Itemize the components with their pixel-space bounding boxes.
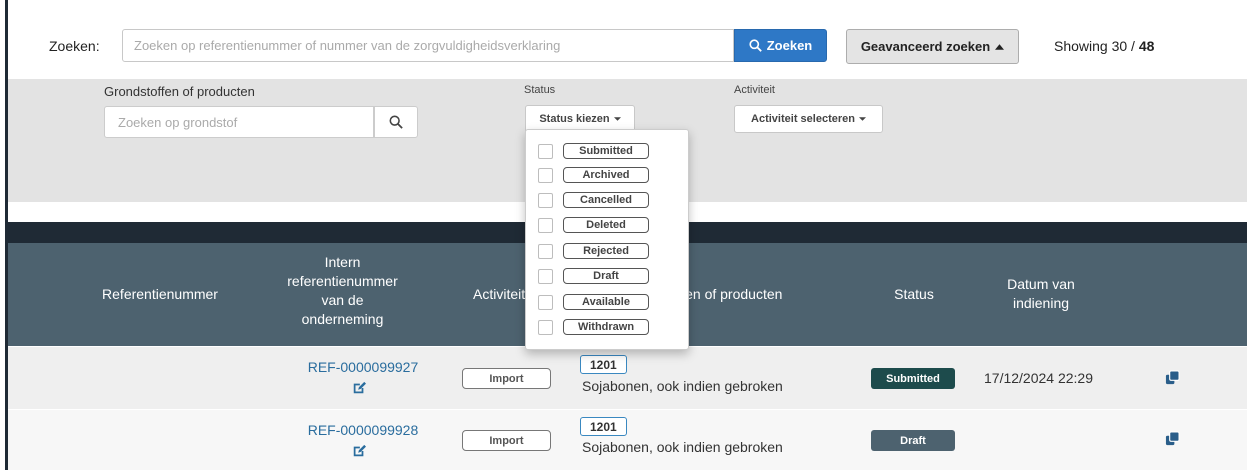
status-dropdown-label: Status kiezen [539,113,610,125]
caret-up-icon [995,43,1005,50]
edit-icon[interactable] [352,444,366,458]
advanced-search-button[interactable]: Geavanceerd zoeken [846,29,1019,64]
table-row: REF-0000099927 Import 1201 Sojabonen, oo… [8,347,1247,409]
product-code: 1201 [580,355,627,374]
copy-icon[interactable] [1165,431,1180,446]
search-icon [749,39,762,52]
edit-icon[interactable] [352,381,366,395]
status-option-label: Deleted [563,217,649,233]
product-code: 1201 [580,417,627,436]
status-option-label: Withdrawn [563,319,649,335]
search-label: Zoeken: [49,38,100,54]
header-datum: Datum van indiening [1007,276,1075,311]
status-option-label: Available [563,294,649,310]
caret-down-icon [858,117,866,121]
status-option-rejected[interactable]: Rejected [538,242,649,260]
product-name: Sojabonen, ook indien gebroken [582,439,783,455]
status-dropdown-menu: Submitted Archived Cancelled Deleted Rej… [525,129,689,350]
result-count: Showing 30 / 48 [1054,38,1155,54]
activiteit-filter-label: Activiteit [734,84,775,96]
activity-badge: Import [462,368,551,389]
submission-date: 17/12/2024 22:29 [984,370,1093,386]
product-name: Sojabonen, ook indien gebroken [582,378,783,394]
status-option-cancelled[interactable]: Cancelled [538,191,649,209]
status-checkbox[interactable] [538,268,553,284]
status-option-label: Cancelled [563,192,649,208]
advanced-search-label: Geavanceerd zoeken [860,39,991,54]
activiteit-dropdown-label: Activiteit selecteren [751,113,855,125]
search-button[interactable]: Zoeken [734,29,827,62]
header-status: Status [894,286,934,302]
status-option-available[interactable]: Available [538,293,649,311]
intern-ref-link[interactable]: REF-0000099928 [298,422,428,438]
copy-icon[interactable] [1165,370,1180,385]
grondstof-search-input[interactable]: Zoeken op grondstof [104,106,374,138]
status-badge: Submitted [871,368,955,389]
search-input[interactable]: Zoeken op referentienummer of nummer van… [122,29,734,62]
activity-badge: Import [462,430,551,451]
intern-ref-link[interactable]: REF-0000099927 [298,359,428,375]
status-option-label: Archived [563,167,649,183]
status-badge: Draft [871,430,955,451]
status-checkbox[interactable] [538,243,553,259]
status-checkbox[interactable] [538,319,553,335]
search-icon [389,115,403,129]
header-referentienummer: Referentienummer [102,286,218,302]
status-checkbox[interactable] [538,143,553,159]
search-button-label: Zoeken [766,38,813,53]
grondstof-filter-label: Grondstoffen of producten [104,84,255,99]
header-intern-ref: Intern referentienummer van de ondernemi… [287,254,398,327]
caret-down-icon [613,117,621,121]
status-option-label: Rejected [563,243,649,259]
status-option-withdrawn[interactable]: Withdrawn [538,318,649,336]
status-option-submitted[interactable]: Submitted [538,142,649,160]
table-row: REF-0000099928 Import 1201 Sojabonen, oo… [8,410,1247,470]
status-option-label: Draft [563,268,649,284]
status-checkbox[interactable] [538,192,553,208]
status-checkbox[interactable] [538,294,553,310]
left-edge-border [0,0,8,470]
status-option-archived[interactable]: Archived [538,166,649,184]
grondstof-search-button[interactable] [374,106,418,138]
status-option-draft[interactable]: Draft [538,267,649,285]
status-checkbox[interactable] [538,217,553,233]
status-option-label: Submitted [563,143,649,159]
status-option-deleted[interactable]: Deleted [538,216,649,234]
activiteit-dropdown-button[interactable]: Activiteit selecteren [734,105,883,133]
search-bar: Zoeken: Zoeken op referentienummer of nu… [8,8,1247,84]
status-checkbox[interactable] [538,167,553,183]
status-filter-label: Status [524,84,556,96]
